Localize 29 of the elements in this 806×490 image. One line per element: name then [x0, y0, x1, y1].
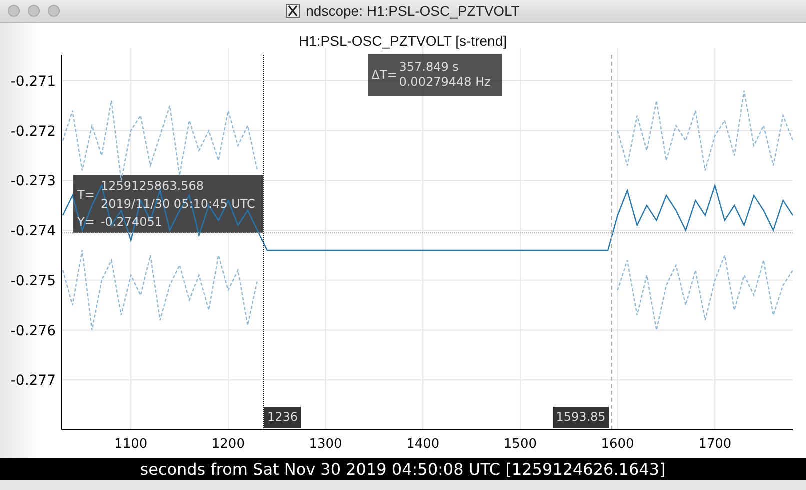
x-tick-label: 1200	[212, 437, 245, 452]
x-axis-label: seconds from Sat Nov 30 2019 04:50:08 UTC [1259124626.1643]	[0, 458, 806, 480]
y-tick-label: -0.272	[10, 124, 56, 140]
delta-frequency: 0.00279448 Hz	[399, 75, 491, 90]
zoom-button[interactable]	[48, 5, 60, 17]
x-tick-label: 1500	[504, 437, 537, 452]
y-tick-label: -0.277	[10, 373, 56, 390]
y-tick-label: -0.271	[10, 74, 56, 90]
y-tick-label: -0.273	[10, 174, 56, 190]
gps-time: 1259125863.568	[100, 178, 206, 194]
cursor-label: 1236	[264, 407, 302, 428]
cursor-label: 1593.85	[553, 407, 609, 428]
plot-title: H1:PSL-OSC_PZTVOLT [s-trend]	[299, 33, 507, 49]
cursor-line[interactable]	[262, 54, 264, 430]
window-title: ndscope: H1:PSL-OSC_PZTVOLT	[306, 3, 520, 19]
x-tick-label: 1600	[601, 437, 634, 452]
y-tick-label: -0.275	[10, 273, 56, 290]
delta-seconds: 357.849 s	[399, 60, 460, 75]
close-button[interactable]	[8, 5, 20, 17]
minimize-button[interactable]	[28, 5, 40, 17]
y-tick-label: -0.274	[10, 224, 56, 240]
t-label: T=	[78, 188, 96, 203]
x-tick-label: 1700	[698, 437, 732, 452]
delta-label: ΔT=	[372, 68, 398, 82]
x-tick-label: 1400	[406, 437, 440, 452]
x-tick-label: 1300	[309, 437, 342, 452]
x-tick-label: 1100	[114, 437, 148, 452]
y-tick-label: -0.276	[10, 323, 56, 340]
x-window-icon	[286, 4, 300, 18]
